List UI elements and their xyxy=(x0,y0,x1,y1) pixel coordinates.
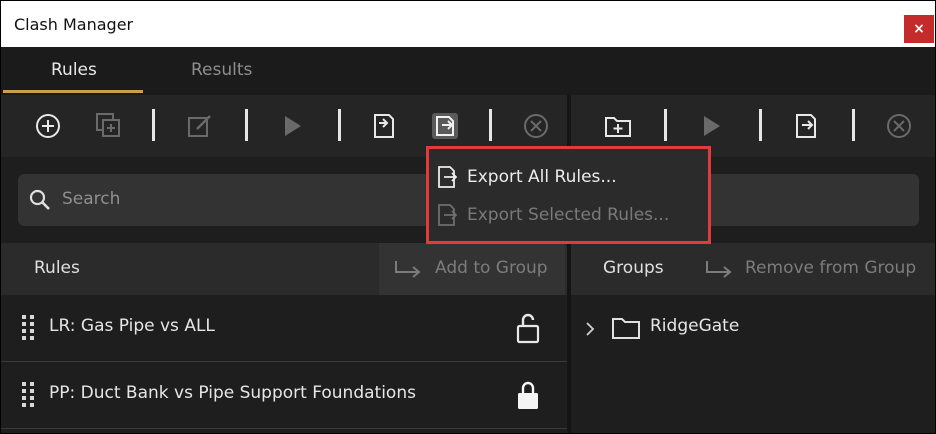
run-icon[interactable] xyxy=(277,111,307,141)
new-group-icon[interactable] xyxy=(603,111,633,141)
export-icon[interactable] xyxy=(791,111,821,141)
menu-item-label: Export Selected Rules... xyxy=(467,205,670,225)
rule-label: PP: Duct Bank vs Pipe Support Foundation… xyxy=(49,383,416,403)
rule-row[interactable]: PP: Duct Bank vs Pipe Support Foundation… xyxy=(1,362,567,429)
tab-rules[interactable]: Rules xyxy=(51,60,97,80)
rules-header-label: Rules xyxy=(34,258,80,278)
arrow-right-icon xyxy=(394,259,422,279)
groups-header-label: Groups xyxy=(603,258,664,278)
export-icon xyxy=(436,165,458,189)
groups-tree: RidgeGate xyxy=(571,295,935,433)
export-icon[interactable] xyxy=(430,111,460,141)
arrow-right-icon xyxy=(705,259,733,279)
toolbar-separator xyxy=(489,109,492,141)
title-bar: Clash Manager × xyxy=(1,1,935,47)
edit-icon[interactable] xyxy=(185,111,215,141)
add-to-group-button[interactable]: Add to Group xyxy=(379,243,565,295)
search-placeholder: Search xyxy=(62,189,121,209)
export-selected-rules-menu-item[interactable]: Export Selected Rules... xyxy=(429,196,708,234)
export-all-rules-menu-item[interactable]: Export All Rules... xyxy=(429,158,708,196)
window-title: Clash Manager xyxy=(14,15,134,34)
run-icon[interactable] xyxy=(696,111,726,141)
toolbar-separator xyxy=(852,109,855,141)
chevron-right-icon[interactable] xyxy=(584,320,596,338)
active-tab-indicator xyxy=(3,90,143,93)
menu-item-label: Export All Rules... xyxy=(467,167,617,187)
clash-manager-window: Clash Manager × Rules Results Search Rul… xyxy=(0,0,936,434)
remove-from-group-button[interactable]: Remove from Group xyxy=(745,258,916,278)
unlocked-lock-icon[interactable] xyxy=(515,312,541,344)
locked-lock-icon[interactable] xyxy=(515,379,541,411)
drag-handle-icon[interactable] xyxy=(21,314,35,342)
delete-icon[interactable] xyxy=(521,111,551,141)
import-icon[interactable] xyxy=(369,111,399,141)
rules-header: Rules Add to Group xyxy=(1,243,567,295)
drag-handle-icon[interactable] xyxy=(21,381,35,409)
add-rule-icon[interactable] xyxy=(33,111,63,141)
folder-icon xyxy=(611,316,641,340)
toolbar-separator xyxy=(664,109,667,141)
group-item-label[interactable]: RidgeGate xyxy=(650,316,739,336)
tab-bar: Rules Results xyxy=(1,47,935,95)
tab-results[interactable]: Results xyxy=(191,60,252,80)
export-menu: Export All Rules... Export Selected Rule… xyxy=(426,146,711,244)
rule-row[interactable]: LR: Gas Pipe vs ALL xyxy=(1,295,567,362)
groups-header: Groups Remove from Group xyxy=(571,243,935,295)
toolbar-separator xyxy=(245,109,248,141)
export-icon xyxy=(436,203,458,227)
close-button[interactable]: × xyxy=(904,15,934,43)
toolbar-separator xyxy=(338,109,341,141)
delete-icon[interactable] xyxy=(884,111,914,141)
duplicate-icon[interactable] xyxy=(93,111,123,141)
toolbar-separator xyxy=(759,109,762,141)
rule-label: LR: Gas Pipe vs ALL xyxy=(49,316,215,336)
add-to-group-label: Add to Group xyxy=(435,258,548,278)
toolbar-separator xyxy=(152,109,155,141)
rules-list: LR: Gas Pipe vs ALL PP: Duct Bank vs Pip… xyxy=(1,295,567,433)
search-icon xyxy=(28,188,52,212)
